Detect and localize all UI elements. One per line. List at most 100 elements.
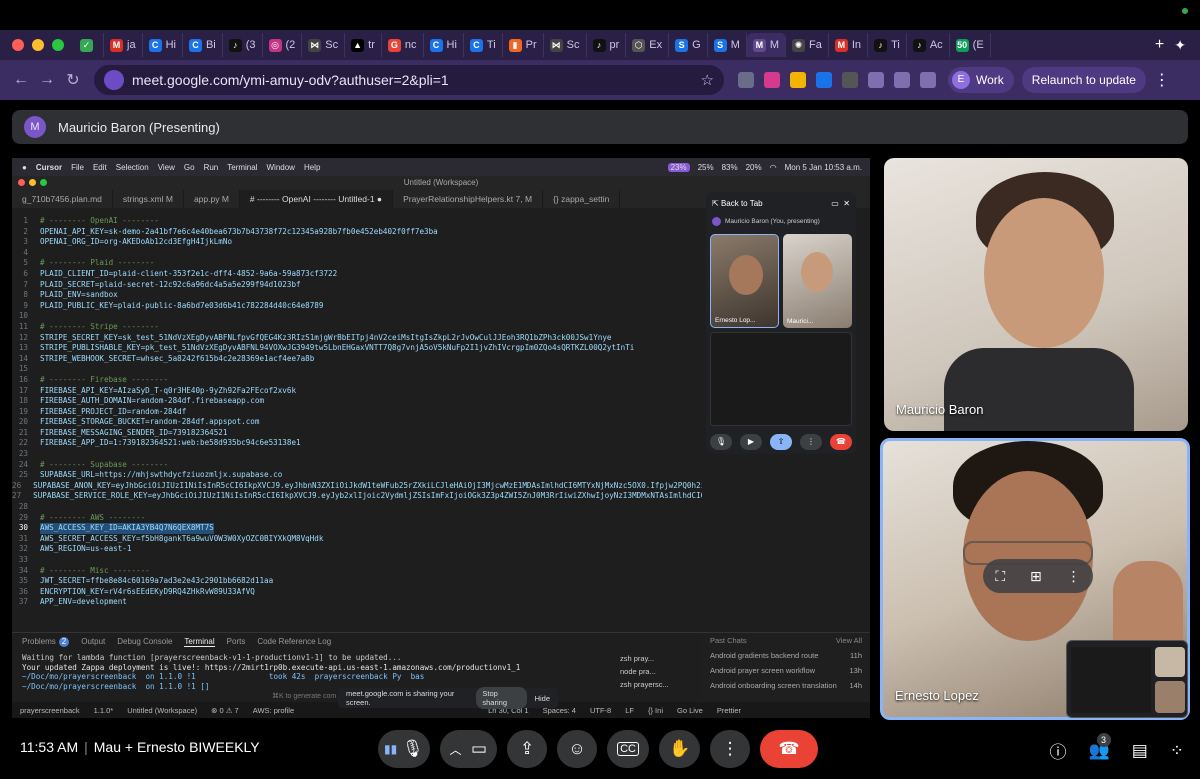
hide-button: Hide [534, 693, 550, 703]
avatar [712, 216, 721, 226]
close-window-button [18, 179, 25, 186]
browser-tab[interactable]: C Ti [464, 33, 503, 57]
status-item: prayerscreenback [20, 705, 80, 715]
more-vert-icon[interactable]: ⋮ [1067, 568, 1081, 585]
extension-icon[interactable] [816, 72, 832, 88]
participant-name: Mauricio Baron [896, 402, 984, 417]
browser-tab[interactable]: ♪ Ti [868, 33, 907, 57]
emoji-button[interactable]: ☺ [557, 730, 598, 768]
tab-favicon-icon: C [469, 38, 483, 52]
info-icon[interactable]: ⓘ [1050, 738, 1067, 763]
line-number: 27 [12, 491, 22, 501]
browser-tab[interactable]: ⋈ Sc [302, 33, 346, 57]
browser-tab[interactable]: M In [829, 33, 869, 57]
reload-icon[interactable]: ↻ [60, 70, 86, 90]
more-vert-icon[interactable]: ⋮ [1154, 70, 1170, 90]
browser-tab[interactable]: ▲ tr [345, 33, 382, 57]
media-icon[interactable] [920, 72, 936, 88]
browser-tab[interactable]: SM [708, 33, 747, 57]
past-chat-time: 14h [849, 681, 862, 690]
editor-tab: app.py M [184, 190, 240, 208]
screen: ✓ Mja C Hi C Bi ♪ (3 ◎ (2 ⋈ Sc ▲ tr Gnc C Hi C Ti ▮ Pr ⋈ Sc ♪ pr… [0, 0, 1200, 779]
frame-person-icon[interactable]: ⛶ [995, 568, 1005, 585]
address-bar[interactable]: meet.google.com/ymi-amuy-odv?authuser=2&… [94, 65, 724, 95]
browser-tab[interactable]: ▮ Pr [503, 33, 544, 57]
past-chats-title: Past Chats [710, 636, 747, 645]
camera-button[interactable]: ︿ ▭ [439, 730, 498, 768]
maximize-window-button[interactable] [52, 39, 64, 51]
relaunch-button[interactable]: Relaunch to update [1021, 67, 1146, 93]
status-area: 23% 25% 83% 20% ◠ Mon 5 Jan 10:53 a.m. [667, 162, 862, 172]
gemini-icon[interactable]: ✦ [1174, 37, 1186, 54]
browser-tab[interactable]: Gnc [382, 33, 424, 57]
code-line: 24 # -------- Supabase -------- [12, 460, 702, 471]
pip-tile-name: Ernesto Lop... [715, 317, 756, 324]
close-window-button[interactable] [12, 39, 24, 51]
extension-icon[interactable] [842, 72, 858, 88]
browser-tab[interactable]: ♪ (3 [223, 33, 263, 57]
new-tab-button[interactable]: + [1155, 36, 1164, 54]
bookmark-star-icon[interactable]: ☆ [701, 71, 714, 89]
line-number: 13 [18, 343, 28, 353]
present-button[interactable]: ⇪ [507, 730, 548, 768]
browser-tab[interactable]: SG [669, 33, 708, 57]
browser-tab[interactable]: ♪ Ac [907, 33, 950, 57]
minimize-window-button[interactable] [32, 39, 44, 51]
menu-item: Help [303, 162, 321, 172]
activities-icon[interactable]: ⁘ [1170, 741, 1184, 761]
line-number: 33 [18, 555, 28, 564]
browser-tab[interactable]: C Hi [424, 33, 464, 57]
more-options-button[interactable]: ⋮ [710, 730, 751, 768]
hand-icon: ✋ [668, 739, 691, 758]
back-arrow-icon[interactable]: ← [8, 71, 34, 89]
tab-label: Pr [525, 39, 537, 51]
people-button[interactable]: 3 👥 [1089, 732, 1111, 761]
line-text: PLAID_SECRET=plaid-secret-12c92c6a96dc4a… [40, 279, 301, 289]
pip-actions: ▭ ✕ [831, 198, 850, 208]
camera-indicator [1182, 8, 1188, 14]
extension-icon[interactable] [790, 72, 806, 88]
line-number: 32 [18, 544, 28, 554]
browser-tab[interactable]: MM [746, 33, 787, 57]
leave-call-button[interactable]: ☎ [760, 730, 819, 768]
profile-chip[interactable]: E Work [948, 67, 1014, 93]
tab-search-icon[interactable] [894, 72, 910, 88]
line-number: 29 [18, 512, 28, 522]
forward-arrow-icon[interactable]: → [34, 71, 60, 89]
menu-item: Edit [92, 162, 107, 172]
avatar: M [24, 116, 46, 138]
tab-favicon-icon: M [752, 38, 766, 52]
tab-label: Hi [165, 39, 176, 51]
site-info-icon[interactable] [104, 70, 124, 90]
code-line: 4 [12, 248, 702, 259]
browser-tab[interactable]: ✺ Fa [786, 33, 829, 57]
line-text: SUPABASE_ANON_KEY=eyJhbGciOiJIUzI1NiIsIn… [33, 480, 702, 490]
status-item: Prettier [716, 705, 742, 715]
browser-tab[interactable]: 50 (E [950, 33, 991, 57]
puzzle-icon[interactable] [868, 72, 884, 88]
browser-tab[interactable]: C Hi [143, 33, 183, 57]
browser-tab[interactable]: ✓ [74, 33, 104, 57]
self-view-thumbnail[interactable] [1066, 640, 1188, 718]
browser-tab[interactable]: ⬡ Ex [626, 33, 670, 57]
panel-tab: Output [81, 637, 106, 646]
browser-tab[interactable]: ♪ pr [587, 33, 627, 57]
extension-icon[interactable] [738, 72, 754, 88]
browser-tab[interactable]: C Bi [183, 33, 223, 57]
captions-button[interactable]: CC [607, 730, 649, 768]
browser-tab[interactable]: Mja [104, 33, 143, 57]
raise-hand-button[interactable]: ✋ [658, 730, 701, 768]
participant-tile-mauricio[interactable]: Mauricio Baron [884, 158, 1188, 431]
code-line: 22 FIREBASE_APP_ID=1:739182364521:web:be5… [12, 438, 702, 449]
add-to-screen-icon[interactable]: ⊞ [1030, 568, 1042, 585]
clock-label: 11:53 AM [20, 739, 79, 755]
browser-tab[interactable]: ◎ (2 [263, 33, 303, 57]
mic-button[interactable]: ▮▮ 🎙 [378, 730, 430, 768]
past-chat-item: Android onboarding screen translation 14h [702, 678, 870, 693]
extension-icon[interactable] [764, 72, 780, 88]
line-number: 18 [18, 396, 28, 406]
browser-tab[interactable]: ⋈ Sc [544, 33, 587, 57]
chat-icon[interactable]: ▤ [1132, 741, 1148, 761]
code-line: 26 SUPABASE_ANON_KEY=eyJhbGciOiJIUzI1NiIs… [12, 481, 702, 492]
tab-label: (3 [245, 39, 256, 51]
